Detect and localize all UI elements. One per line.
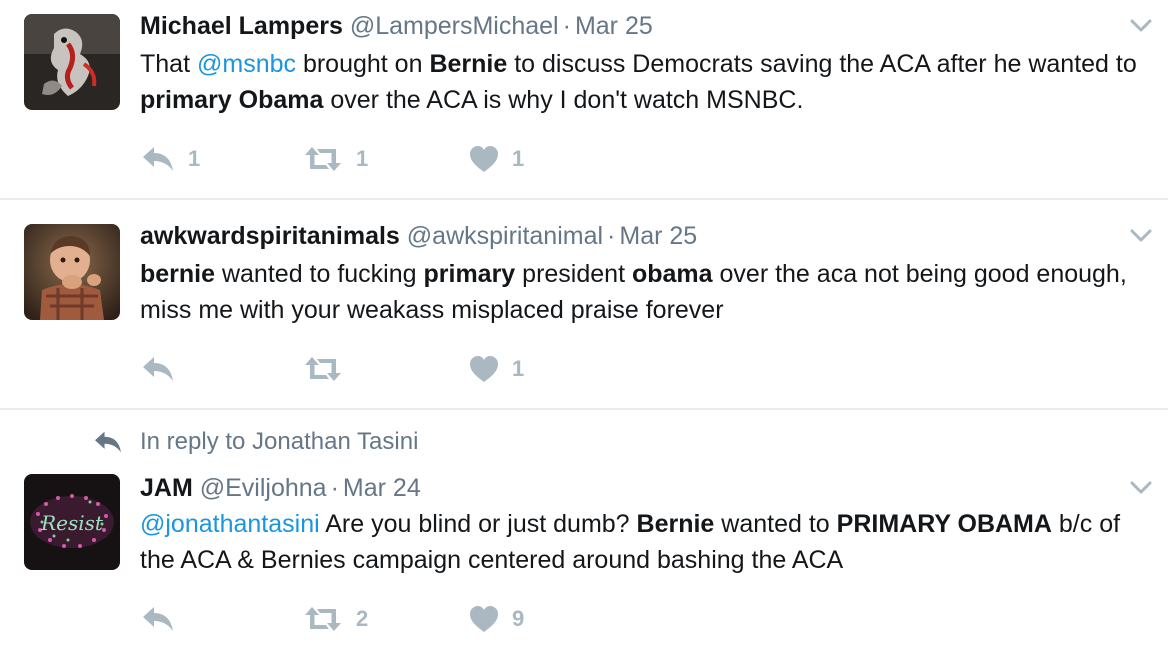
highlighted-text: obama: [631, 260, 713, 288]
like-button[interactable]: 1: [468, 141, 524, 177]
action-bar: 2 9: [140, 601, 740, 637]
text-segment: Are you blind or just dumb?: [319, 510, 637, 538]
avatar[interactable]: Resist: [24, 474, 120, 570]
separator-dot: ·: [562, 12, 571, 40]
timestamp[interactable]: Mar 25: [619, 222, 697, 250]
mention-link[interactable]: @msnbc: [197, 50, 296, 78]
chevron-down-icon[interactable]: [1128, 474, 1154, 500]
text-segment: wanted to: [714, 510, 837, 538]
text-segment: over the ACA is why I don't watch MSNBC.: [323, 86, 804, 114]
display-name[interactable]: Michael Lampers: [140, 12, 343, 40]
tweet[interactable]: Michael Lampers @LampersMichael · Mar 25 T…: [0, 0, 1168, 199]
avatar-lettering: Resist: [40, 511, 104, 535]
user-handle[interactable]: @LampersMichael: [350, 12, 559, 40]
retweet-button[interactable]: [302, 351, 356, 387]
timestamp[interactable]: Mar 25: [575, 12, 653, 40]
retweet-count: 1: [356, 146, 369, 171]
avatar[interactable]: [24, 224, 120, 320]
separator-dot: ·: [330, 474, 339, 502]
mention-link[interactable]: @jonathantasini: [140, 510, 320, 538]
highlighted-text: bernie: [140, 260, 216, 288]
like-button[interactable]: 1: [468, 351, 524, 387]
user-handle[interactable]: @Eviljohna: [200, 474, 327, 502]
highlighted-text: primary Obama: [140, 86, 324, 114]
retweet-icon: [305, 357, 341, 381]
chevron-down-icon[interactable]: [1128, 222, 1154, 248]
tweet-header: awkwardspiritanimals @awkspiritanimal · Ma…: [140, 220, 697, 252]
reply-arrow-icon: [143, 607, 173, 631]
reply-arrow-icon: [95, 431, 121, 453]
highlighted-text: primary: [423, 260, 516, 288]
like-count: 9: [512, 606, 525, 631]
chevron-down-icon[interactable]: [1128, 12, 1154, 38]
reply-button[interactable]: [140, 351, 188, 387]
avatar-image: [24, 14, 120, 110]
retweet-icon: [305, 607, 341, 631]
like-button[interactable]: 9: [468, 601, 524, 637]
highlighted-text: Bernie: [636, 510, 715, 538]
tweet-header: Michael Lampers @LampersMichael · Mar 25: [140, 10, 653, 42]
highlighted-text: Bernie: [429, 50, 508, 78]
retweet-icon: [305, 147, 341, 171]
like-count: 1: [512, 356, 525, 381]
user-handle[interactable]: @awkspiritanimal: [407, 222, 603, 250]
tweet[interactable]: In reply to Jonathan Tasini Resist JAM @…: [0, 409, 1168, 648]
reply-button[interactable]: 1: [140, 141, 200, 177]
timestamp[interactable]: Mar 24: [343, 474, 421, 502]
display-name[interactable]: JAM: [140, 474, 193, 502]
highlighted-text: PRIMARY OBAMA: [836, 510, 1052, 538]
heart-icon: [470, 606, 498, 632]
reply-context-label: In reply to Jonathan Tasini: [140, 428, 419, 455]
avatar[interactable]: [24, 14, 120, 110]
heart-icon: [470, 146, 498, 172]
reply-arrow-icon: [143, 357, 173, 381]
text-segment: president: [515, 260, 632, 288]
tweet[interactable]: awkwardspiritanimals @awkspiritanimal · Ma…: [0, 199, 1168, 409]
action-bar: 1 1 1: [140, 141, 740, 177]
retweet-button[interactable]: 1: [302, 141, 368, 177]
retweet-button[interactable]: 2: [302, 601, 368, 637]
avatar-image: Resist: [24, 474, 120, 570]
tweet-feed: Michael Lampers @LampersMichael · Mar 25 T…: [0, 0, 1168, 648]
text-segment: That: [140, 50, 197, 78]
avatar-image: [24, 224, 120, 320]
text-segment: wanted to fucking: [215, 260, 424, 288]
reply-arrow-icon: [143, 147, 173, 171]
reply-context[interactable]: In reply to Jonathan Tasini: [92, 425, 418, 459]
tweet-text: @jonathantasini Are you blind or just du…: [140, 506, 1160, 578]
tweet-text: bernie wanted to fucking primary preside…: [140, 256, 1160, 328]
retweet-count: 2: [356, 606, 369, 631]
heart-icon: [470, 356, 498, 382]
reply-count: 1: [188, 146, 201, 171]
action-bar: 1: [140, 351, 740, 387]
separator-dot: ·: [607, 222, 616, 250]
text-segment: to discuss Democrats saving the ACA afte…: [507, 50, 1137, 78]
tweet-text: That @msnbc brought on Bernie to discuss…: [140, 46, 1160, 118]
display-name[interactable]: awkwardspiritanimals: [140, 222, 400, 250]
tweet-header: JAM @Eviljohna · Mar 24: [140, 472, 421, 504]
like-count: 1: [512, 146, 525, 171]
text-segment: brought on: [296, 50, 430, 78]
reply-button[interactable]: [140, 601, 188, 637]
